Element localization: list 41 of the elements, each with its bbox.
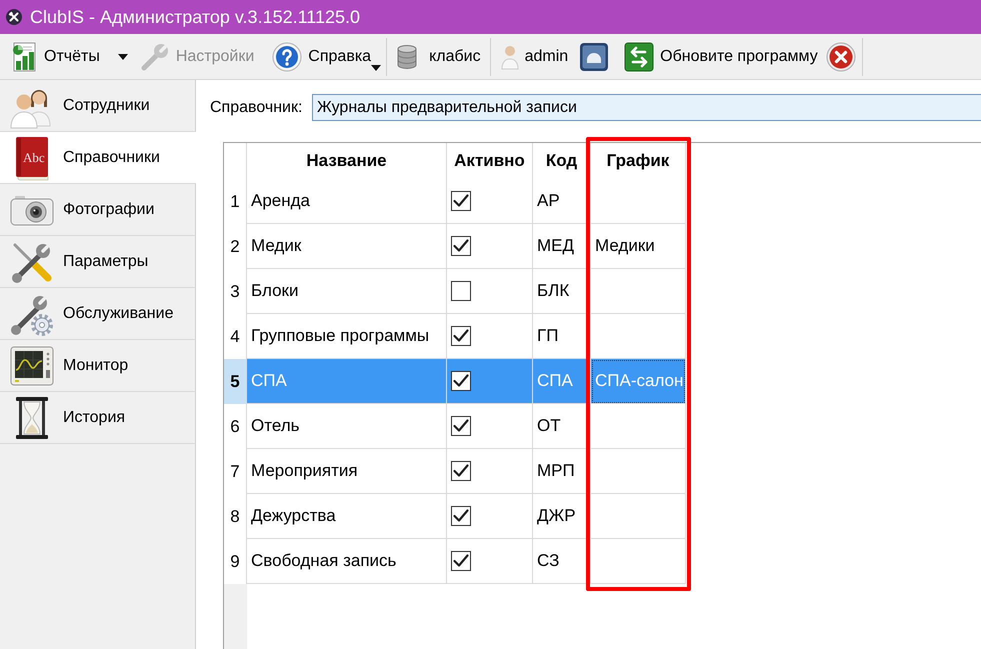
- lock-icon: [579, 42, 610, 72]
- checkbox[interactable]: [451, 371, 471, 391]
- update-button[interactable]: Обновите программу: [620, 38, 822, 76]
- table-row[interactable]: 5 СПА СПА СПА-салон: [224, 359, 686, 404]
- reports-button[interactable]: Отчёты: [6, 38, 104, 76]
- caret-icon: [118, 54, 128, 60]
- wrench-icon: [140, 42, 170, 72]
- sidebar-item[interactable]: История: [0, 392, 196, 444]
- sidebar-item[interactable]: Обслуживание: [0, 288, 196, 340]
- table-cell: СЗ: [533, 539, 591, 584]
- checkbox[interactable]: [451, 281, 471, 301]
- crossed-tools-icon: [6, 9, 22, 25]
- sidebar-item[interactable]: Сотрудники: [0, 80, 196, 132]
- sidebar-item[interactable]: Монитор: [0, 340, 196, 392]
- close-icon: [826, 42, 856, 72]
- report-chart-icon: [10, 42, 38, 72]
- database-button[interactable]: клабис: [391, 38, 485, 76]
- table-cell: Свободная запись: [247, 539, 447, 584]
- gutter-background: [224, 584, 247, 649]
- help-icon: [272, 42, 302, 72]
- sidebar-item[interactable]: Параметры: [0, 236, 196, 288]
- table-cell: СПА-салон: [591, 359, 686, 404]
- directory-label: Справочник:: [210, 98, 304, 118]
- swap-arrows-icon: [624, 42, 654, 72]
- checkbox[interactable]: [451, 236, 471, 256]
- sidebar-item[interactable]: Фотографии: [0, 184, 196, 236]
- help-button[interactable]: Справка: [268, 38, 386, 76]
- user-button[interactable]: admin: [496, 38, 572, 76]
- checkbox[interactable]: [451, 551, 471, 571]
- checkbox[interactable]: [451, 416, 471, 436]
- user-icon: [500, 44, 519, 70]
- sidebar-item[interactable]: Abc Справочники: [0, 132, 196, 184]
- caret-icon: [371, 64, 382, 70]
- checkbox[interactable]: [451, 191, 471, 211]
- window-title: ClubIS - Администратор v.3.152.11125.0: [30, 8, 360, 26]
- database-icon: [395, 44, 420, 70]
- checkbox[interactable]: [451, 461, 471, 481]
- checkbox[interactable]: [451, 326, 471, 346]
- directory-field[interactable]: Журналы предварительной записи: [312, 94, 981, 121]
- row-number: 5: [224, 359, 247, 404]
- checkbox[interactable]: [451, 506, 471, 526]
